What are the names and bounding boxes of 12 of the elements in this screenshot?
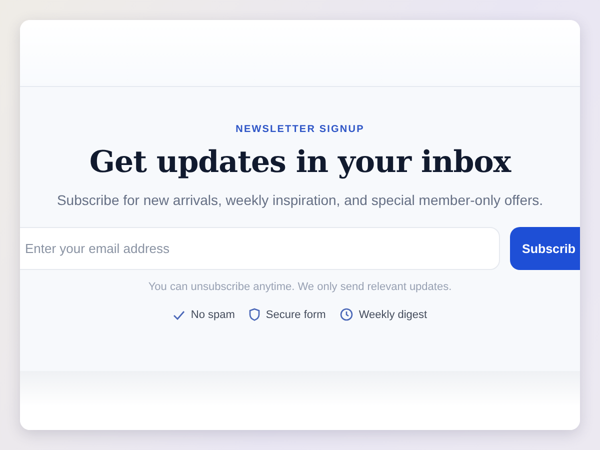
- feature-label: No spam: [190, 308, 235, 320]
- shield-icon: [248, 308, 260, 321]
- section-eyebrow: NEWSLETTER SIGNUP: [236, 124, 364, 135]
- feature-label: Secure form: [266, 308, 326, 320]
- subtitle: Subscribe for new arrivals, weekly inspiration, and special member-only offers.: [56, 192, 544, 208]
- subscribe-button[interactable]: Subscrib: [510, 227, 580, 270]
- email-field[interactable]: Enter your email address: [20, 227, 500, 270]
- clock-icon: [340, 308, 353, 321]
- feature-label: Weekly digest: [358, 308, 428, 320]
- headline: Get updates in your inbox: [89, 145, 511, 180]
- privacy-note: You can unsubscribe anytime. We only send relevant updates.: [148, 281, 452, 293]
- check-icon: [172, 310, 185, 320]
